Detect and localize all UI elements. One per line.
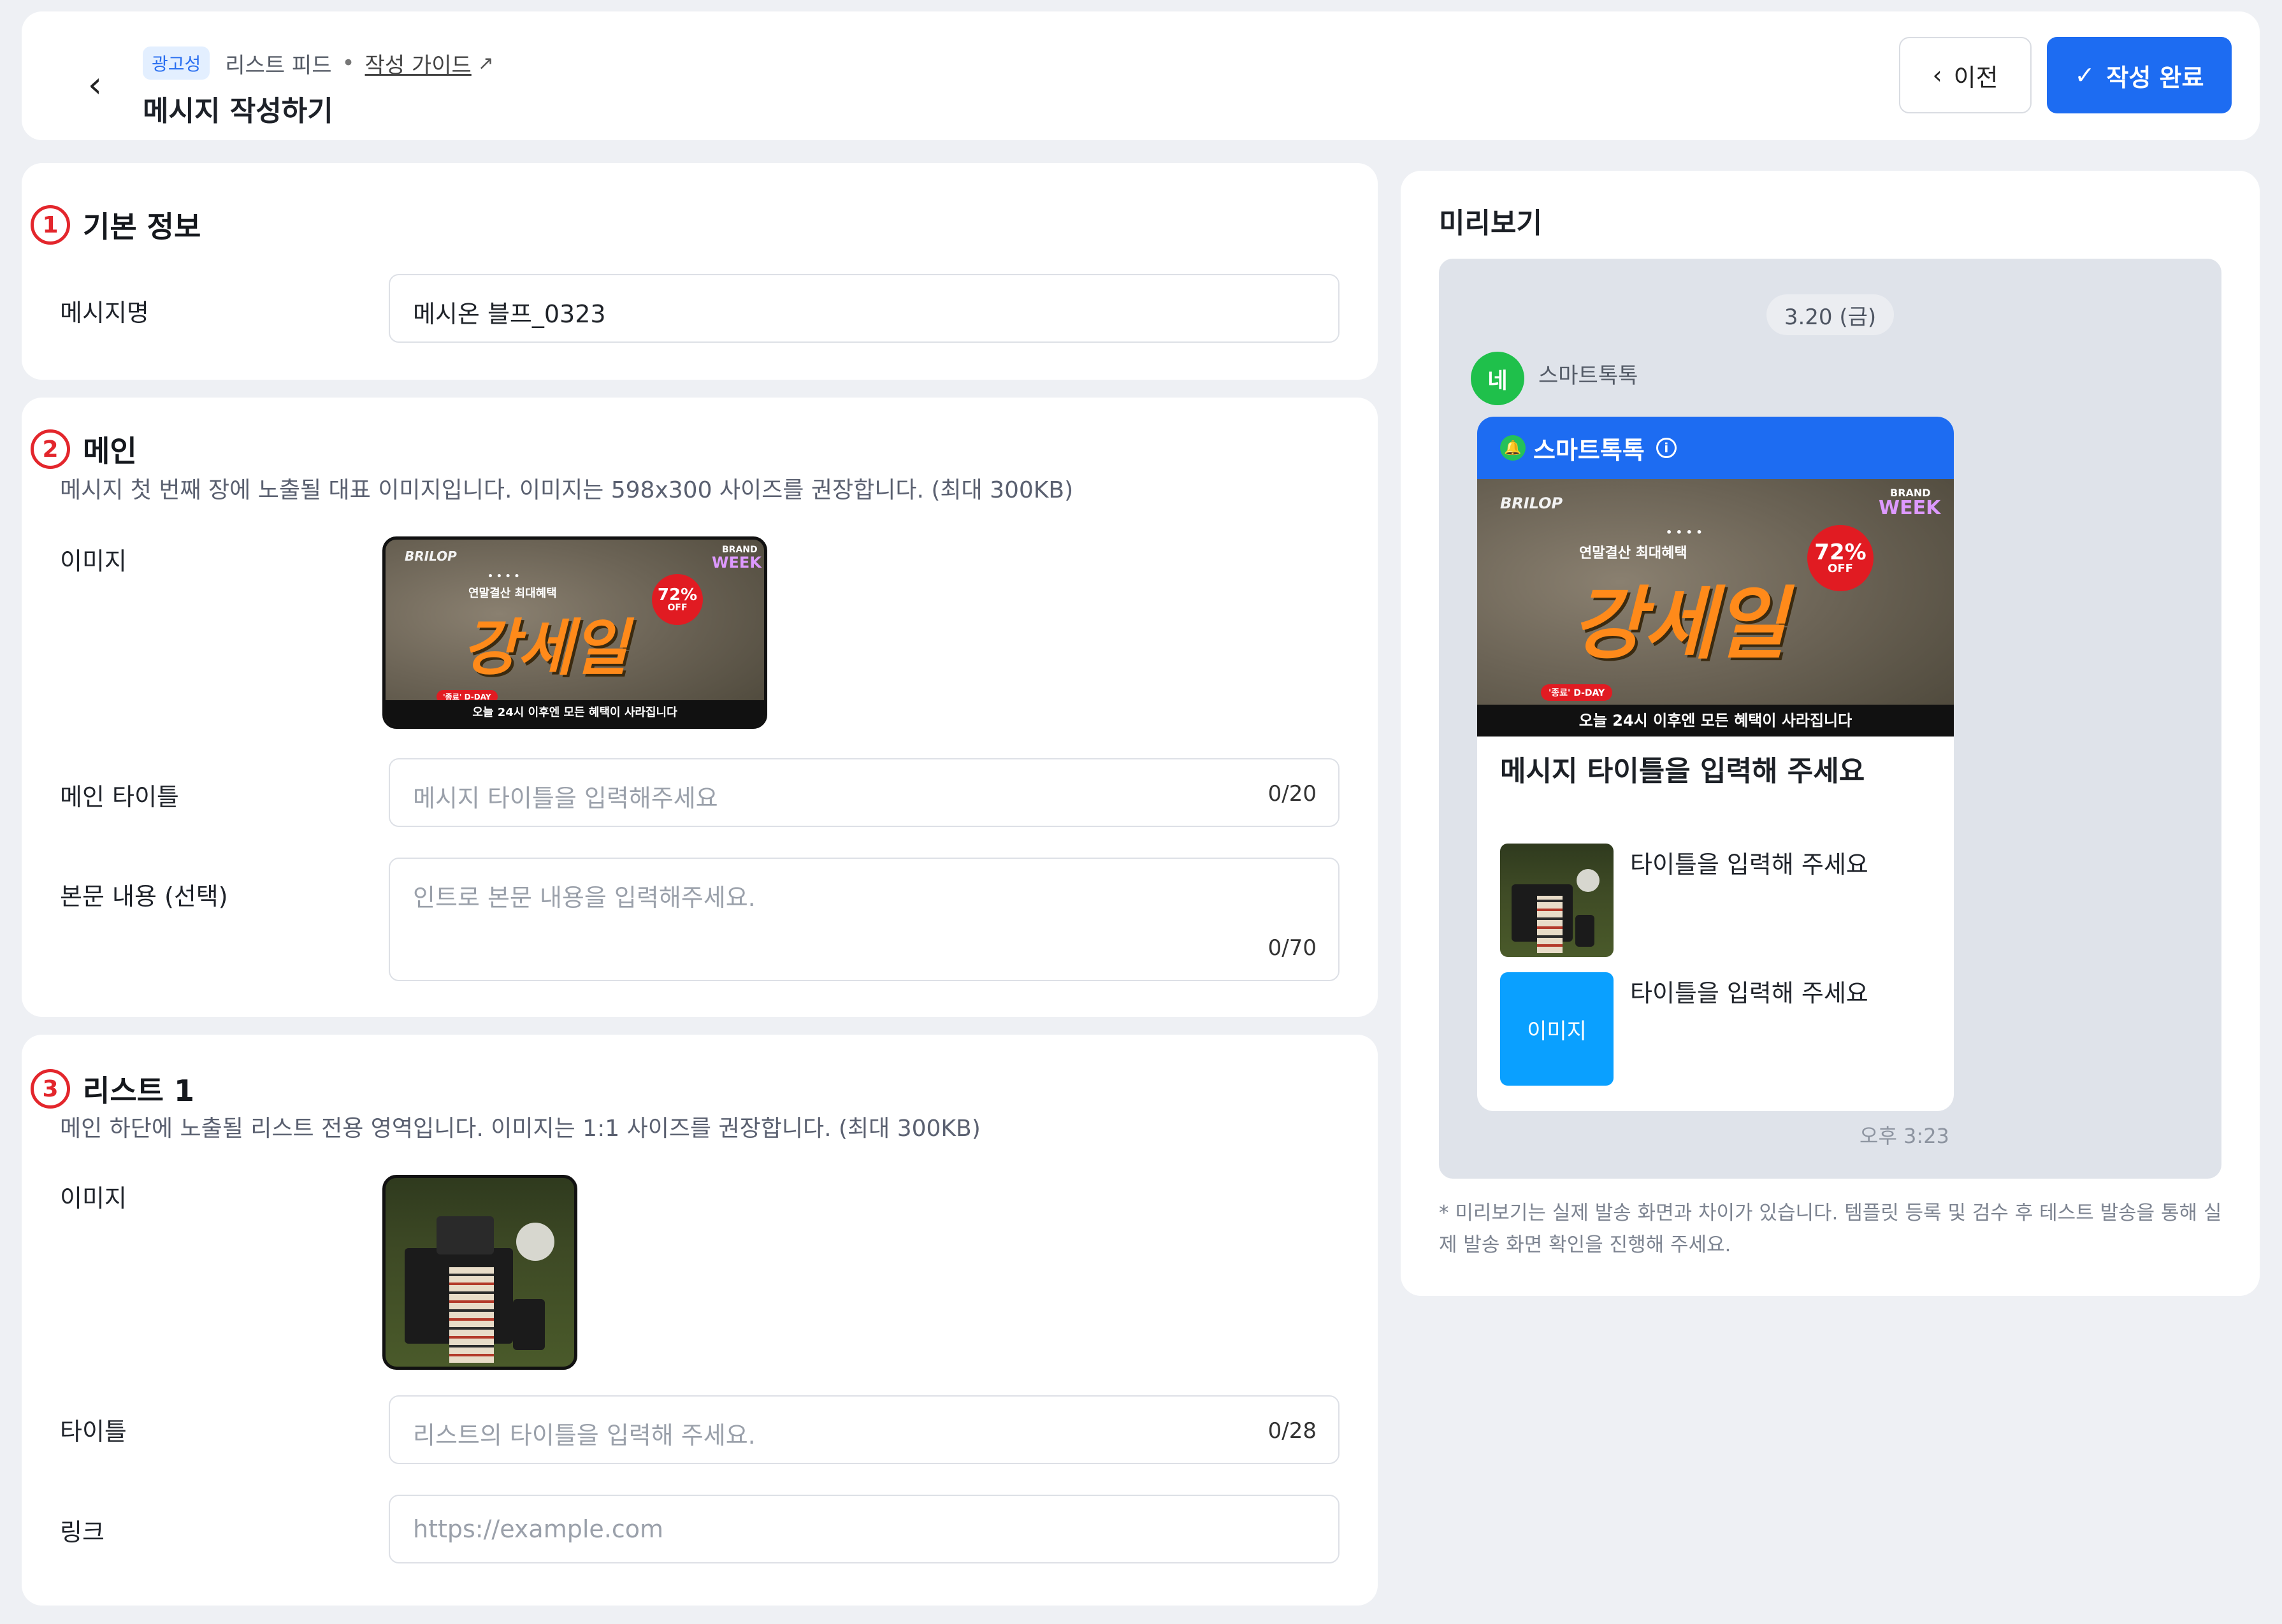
section-title: 기본 정보 xyxy=(83,210,201,244)
discount-badge: 72% OFF xyxy=(652,574,703,625)
banner-headline: 강세일 xyxy=(462,612,628,684)
discount-value: 72% xyxy=(1814,540,1867,565)
section-description: 메인 하단에 노출될 리스트 전용 영역입니다. 이미지는 1:1 사이즈를 권… xyxy=(60,1116,981,1142)
sender-name: 스마트톡톡 xyxy=(1538,363,1638,389)
section-header: 2 메인 xyxy=(31,428,137,470)
main-title-label: 메인 타이틀 xyxy=(60,783,179,811)
bell-icon: 🔔 xyxy=(1500,435,1526,461)
section-title: 리스트 1 xyxy=(83,1074,194,1108)
link-placeholder: https://example.com xyxy=(413,1515,664,1543)
message-name-label: 메시지명 xyxy=(60,299,149,327)
body-content-textarea[interactable]: 인트로 본문 내용을 입력해주세요. 0/70 xyxy=(389,858,1340,981)
complete-button[interactable]: ✓ 작성 완료 xyxy=(2047,37,2232,113)
prev-label: 이전 xyxy=(1953,63,1998,92)
list-item-1-thumb xyxy=(1500,844,1614,957)
discount-value: 72% xyxy=(657,586,698,605)
main-section: 2 메인 메시지 첫 번째 장에 노출될 대표 이미지입니다. 이미지는 598… xyxy=(22,398,1378,1017)
link-label: 링크 xyxy=(60,1518,105,1546)
external-link-icon: ↗ xyxy=(477,52,494,75)
product-cloth xyxy=(449,1267,494,1363)
product-lamp xyxy=(1577,869,1600,892)
check-icon: ✓ xyxy=(2074,61,2095,89)
section-header: 3 리스트 1 xyxy=(31,1068,194,1110)
list-item-2-title: 타이틀을 입력해 주세요 xyxy=(1630,979,1868,1007)
message-name-value: 메시온 블프_0323 xyxy=(413,300,606,328)
complete-label: 작성 완료 xyxy=(2106,63,2204,92)
body-content-counter: 0/70 xyxy=(1267,935,1317,961)
main-image-label: 이미지 xyxy=(60,547,127,575)
list-item-1-title: 타이틀을 입력해 주세요 xyxy=(1630,851,1868,879)
brand-logo-text: BRILOP xyxy=(405,549,457,564)
brand-week-text: WEEK xyxy=(712,554,762,571)
basic-info-section: 1 기본 정보 메시지명 메시온 블프_0323 xyxy=(22,163,1378,380)
page-title: 메시지 작성하기 xyxy=(143,95,333,127)
preview-note: * 미리보기는 실제 발송 화면과 차이가 있습니다. 템플릿 등록 및 검수 … xyxy=(1439,1202,2222,1256)
section-header: 1 기본 정보 xyxy=(31,204,201,246)
info-icon: i xyxy=(1656,438,1677,458)
main-title-input[interactable]: 메시지 타이틀을 입력해주세요 0/20 xyxy=(389,758,1340,827)
banner-dots: • • • • xyxy=(487,571,520,582)
list-image-upload[interactable] xyxy=(382,1175,577,1370)
channel-name: 스마트톡톡 xyxy=(1533,436,1645,464)
discount-off: OFF xyxy=(667,603,688,613)
list-title-label: 타이틀 xyxy=(60,1418,127,1446)
section-number: 3 xyxy=(31,1069,70,1109)
section-number: 1 xyxy=(31,205,70,245)
top-header: ‹ 광고성 리스트 피드 • 작성 가이드 ↗ 메시지 작성하기 ‹ 이전 ✓ … xyxy=(22,11,2260,140)
message-time: 오후 3:23 xyxy=(1860,1124,1949,1148)
banner-headline: 강세일 xyxy=(1571,578,1787,670)
section-title: 메인 xyxy=(83,434,137,468)
discount-badge: 72% OFF xyxy=(1807,525,1874,591)
brand-logo-text: BRILOP xyxy=(1500,494,1563,512)
preview-panel: 미리보기 3.20 (금) 네 스마트톡톡 🔔 스마트톡톡 i BRILOP B… xyxy=(1401,171,2260,1296)
main-image-upload[interactable]: BRILOP BRAND WEEK • • • • 연말결산 최대혜택 강세일 … xyxy=(382,536,767,729)
list-title-counter: 0/28 xyxy=(1267,1418,1317,1444)
feed-type: 리스트 피드 xyxy=(225,52,332,78)
product-stand xyxy=(513,1299,545,1350)
bubble-title: 메시지 타이틀을 입력해 주세요 xyxy=(1500,755,1865,787)
body-content-placeholder: 인트로 본문 내용을 입력해주세요. xyxy=(413,884,756,912)
main-title-counter: 0/20 xyxy=(1267,781,1317,807)
back-button[interactable]: ‹ xyxy=(73,62,117,107)
brand-week-text: WEEK xyxy=(1879,497,1941,519)
separator: • xyxy=(342,50,355,76)
dday-badge: '종료' D-DAY xyxy=(1541,684,1613,701)
product-lamp xyxy=(516,1223,554,1261)
preview-chat-area[interactable]: 3.20 (금) 네 스마트톡톡 🔔 스마트톡톡 i BRILOP BRAND … xyxy=(1439,259,2221,1179)
bubble-header: 🔔 스마트톡톡 i xyxy=(1477,417,1954,479)
writing-guide-link[interactable]: 작성 가이드 xyxy=(365,48,472,79)
list-title-placeholder: 리스트의 타이틀을 입력해 주세요. xyxy=(413,1421,756,1449)
main-title-placeholder: 메시지 타이틀을 입력해주세요 xyxy=(413,784,718,812)
body-content-label: 본문 내용 (선택) xyxy=(60,882,228,910)
link-input[interactable]: https://example.com xyxy=(389,1495,1340,1563)
message-name-input[interactable]: 메시온 블프_0323 xyxy=(389,274,1340,343)
chevron-left-icon: ‹ xyxy=(1932,61,1942,89)
section-description: 메시지 첫 번째 장에 노출될 대표 이미지입니다. 이미지는 598x300 … xyxy=(60,477,1074,503)
ad-badge: 광고성 xyxy=(143,47,210,80)
date-pill: 3.20 (금) xyxy=(1766,294,1894,335)
preview-banner-image: BRILOP BRAND WEEK • • • • 연말결산 최대혜택 강세일 … xyxy=(1477,479,1954,737)
product-cloth xyxy=(1537,896,1563,953)
preview-title: 미리보기 xyxy=(1439,207,1542,240)
product-stand xyxy=(1575,915,1594,947)
discount-off: OFF xyxy=(1828,562,1853,575)
chevron-left-icon: ‹ xyxy=(87,64,103,106)
list-image-label: 이미지 xyxy=(60,1184,127,1212)
breadcrumb: 광고성 리스트 피드 • 작성 가이드 ↗ xyxy=(143,47,494,80)
sender-avatar: 네 xyxy=(1471,352,1524,405)
message-bubble: 🔔 스마트톡톡 i BRILOP BRAND WEEK • • • • 연말결산… xyxy=(1477,417,1954,1111)
list1-section: 3 리스트 1 메인 하단에 노출될 리스트 전용 영역입니다. 이미지는 1:… xyxy=(22,1035,1378,1606)
section-number: 2 xyxy=(31,429,70,469)
list-title-input[interactable]: 리스트의 타이틀을 입력해 주세요. 0/28 xyxy=(389,1395,1340,1464)
product-stove xyxy=(437,1216,494,1254)
prev-button[interactable]: ‹ 이전 xyxy=(1899,37,2032,113)
list-item-2-thumb: 이미지 xyxy=(1500,972,1614,1086)
banner-dots: • • • • xyxy=(1666,526,1703,538)
banner-bottom-text: 오늘 24시 이후엔 모든 혜택이 사라집니다 xyxy=(386,700,764,726)
banner-bottom-text: 오늘 24시 이후엔 모든 혜택이 사라집니다 xyxy=(1477,705,1954,737)
